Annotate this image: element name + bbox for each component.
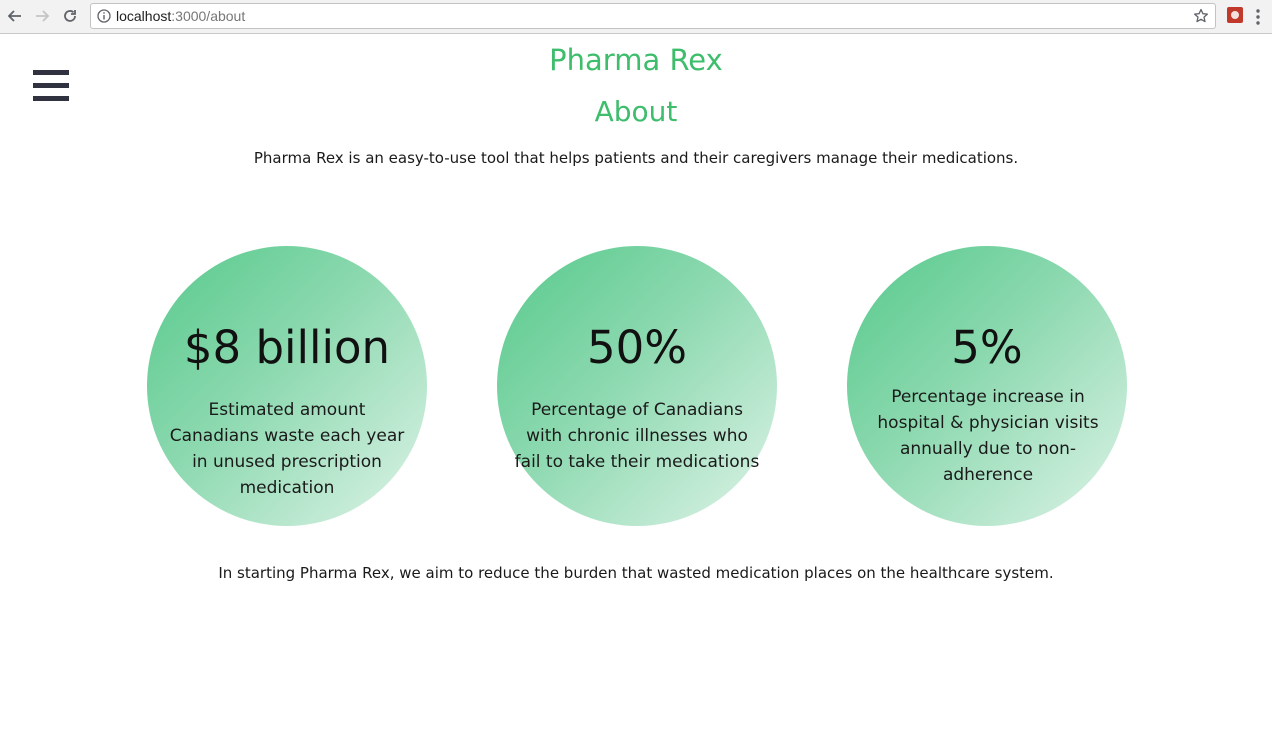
stat-value: 5% xyxy=(951,321,1023,374)
info-icon[interactable] xyxy=(97,9,111,23)
closing-text: In starting Pharma Rex, we aim to reduce… xyxy=(218,564,1054,582)
url-path: :3000/about xyxy=(171,8,246,24)
stat-description: Percentage of Canadians with chronic ill… xyxy=(514,400,760,472)
site-title: Pharma Rex xyxy=(549,43,723,77)
arrow-left-icon xyxy=(7,10,21,22)
extension-icon[interactable] xyxy=(1227,7,1243,23)
url-host: localhost xyxy=(116,8,172,24)
hamburger-bar xyxy=(33,83,69,88)
arrow-right-icon xyxy=(36,10,50,22)
stat-circle-waste-cost: $8 billion Estimated amount Canadians wa… xyxy=(147,246,427,526)
address-bar[interactable]: localhost:3000/about xyxy=(90,3,1216,29)
browser-toolbar: localhost:3000/about xyxy=(0,0,1272,34)
intro-text: Pharma Rex is an easy-to-use tool that h… xyxy=(253,149,1019,167)
forward-button[interactable] xyxy=(32,6,52,26)
stat-description: Estimated amount Canadians waste each ye… xyxy=(169,400,405,498)
back-button[interactable] xyxy=(5,6,25,26)
url-text: localhost:3000/about xyxy=(116,8,245,24)
stat-description: Percentage increase in hospital & physic… xyxy=(877,387,1099,485)
page-heading: About xyxy=(594,95,678,128)
reload-button[interactable] xyxy=(60,6,80,26)
reload-icon xyxy=(64,10,76,22)
stat-value: 50% xyxy=(586,321,688,374)
stat-circle-nonadherence-percentage: 50% Percentage of Canadians with chronic… xyxy=(497,246,777,526)
stat-circle-visit-increase: 5% Percentage increase in hospital & phy… xyxy=(847,246,1127,526)
bookmark-star-icon[interactable] xyxy=(1193,8,1209,24)
stat-value: $8 billion xyxy=(183,321,391,374)
more-vert-icon[interactable] xyxy=(1253,8,1263,26)
